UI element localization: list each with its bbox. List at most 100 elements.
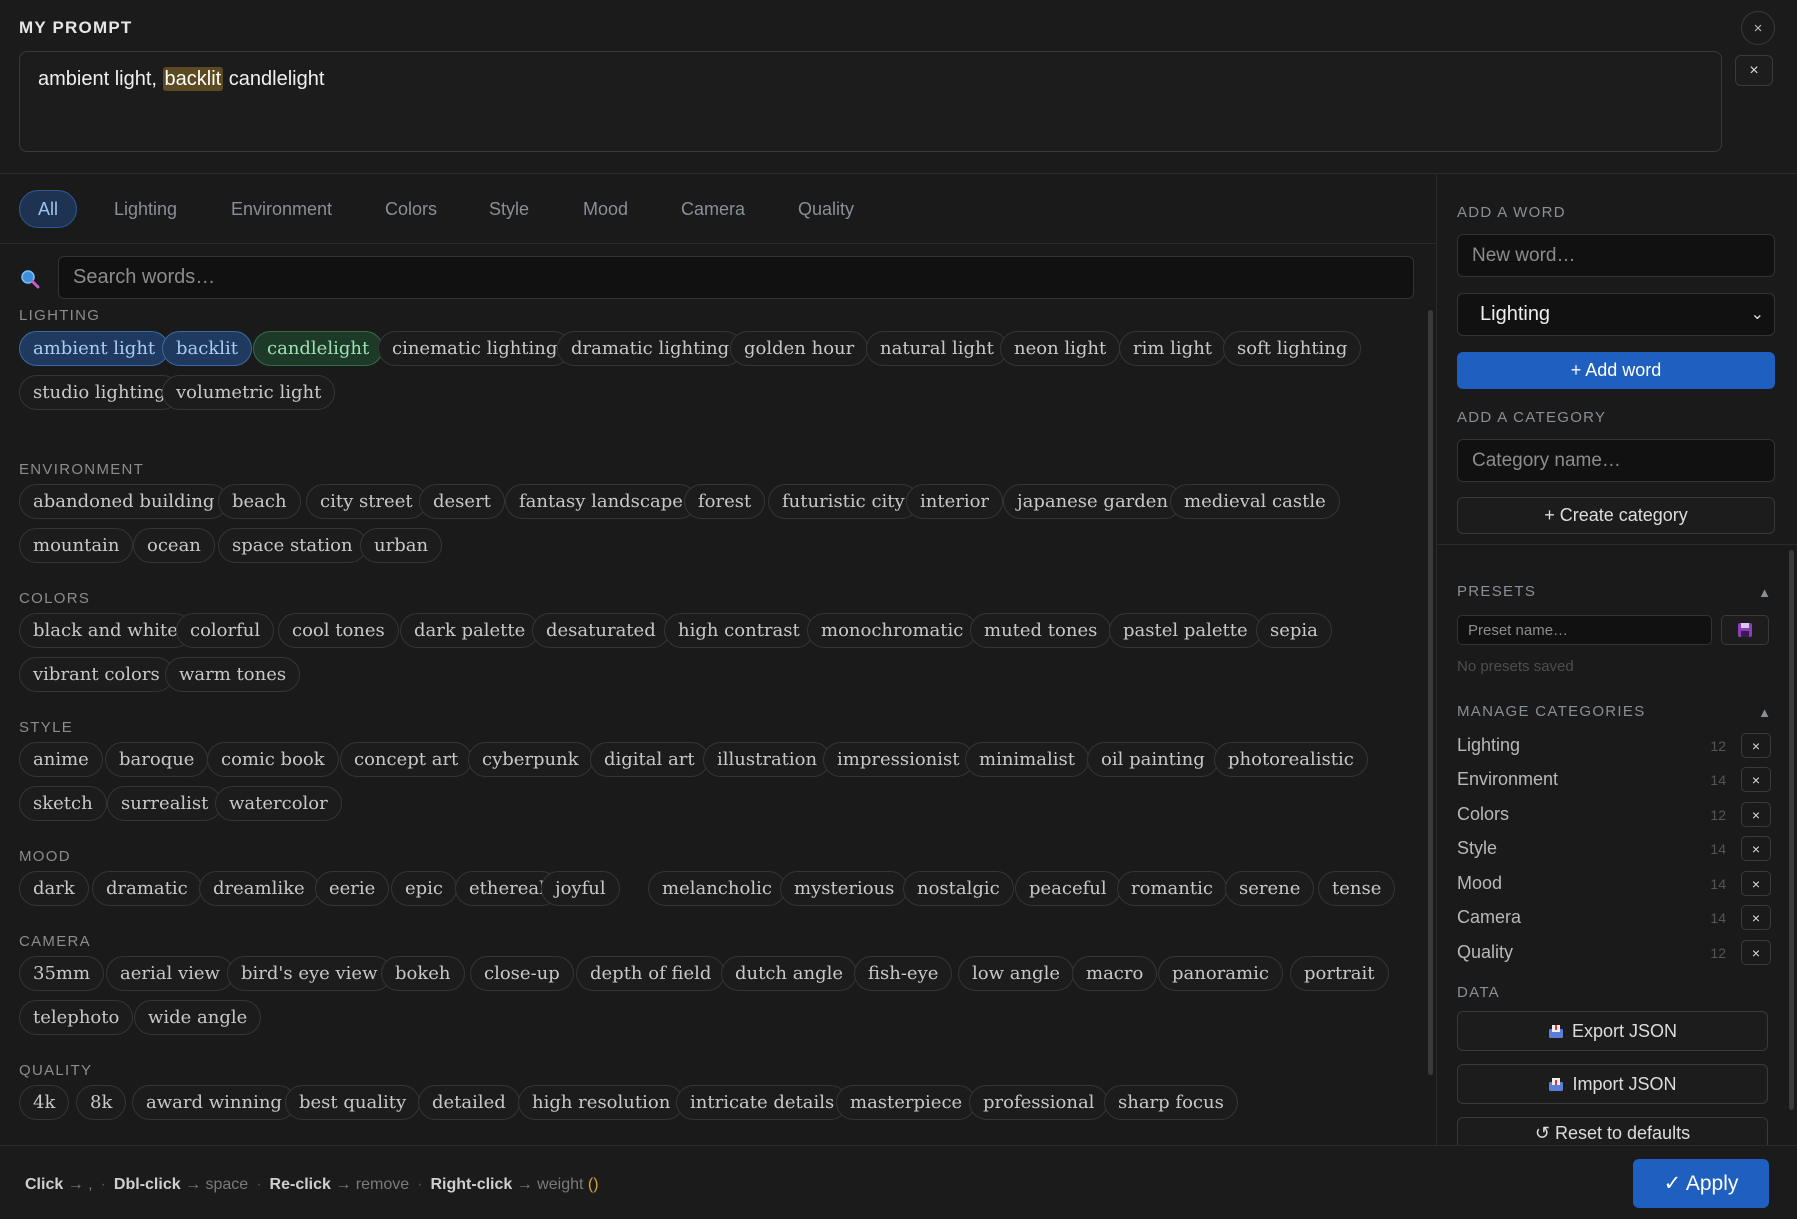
word-chip[interactable]: close-up xyxy=(470,956,574,991)
close-panel-button[interactable]: × xyxy=(1741,11,1775,45)
word-chip[interactable]: professional xyxy=(969,1085,1109,1120)
word-chip[interactable]: best quality xyxy=(285,1085,421,1120)
import-json-button[interactable]: Import JSON xyxy=(1457,1064,1768,1104)
word-chip[interactable]: photorealistic xyxy=(1214,742,1368,777)
word-chip[interactable]: vibrant colors xyxy=(19,657,174,692)
word-chip[interactable]: high resolution xyxy=(518,1085,685,1120)
delete-category-button[interactable]: × xyxy=(1741,733,1771,758)
word-chip[interactable]: bird's eye view xyxy=(227,956,392,991)
word-chip[interactable]: cool tones xyxy=(278,613,399,648)
apply-button[interactable]: ✓ Apply xyxy=(1633,1159,1769,1208)
word-chip[interactable]: forest xyxy=(684,484,766,519)
new-word-input[interactable] xyxy=(1457,234,1775,277)
word-chip[interactable]: natural light xyxy=(866,331,1008,366)
word-chip[interactable]: intricate details xyxy=(676,1085,849,1120)
delete-category-button[interactable]: × xyxy=(1741,940,1771,965)
word-chip[interactable]: cinematic lighting xyxy=(378,331,572,366)
word-chip[interactable]: minimalist xyxy=(965,742,1089,777)
word-chip[interactable]: panoramic xyxy=(1158,956,1283,991)
preset-name-input[interactable] xyxy=(1457,615,1712,645)
collapse-manage-icon[interactable]: ▲ xyxy=(1758,705,1771,720)
word-chip[interactable]: black and white xyxy=(19,613,192,648)
word-chip[interactable]: fish-eye xyxy=(854,956,953,991)
word-chip[interactable]: dramatic lighting xyxy=(557,331,744,366)
word-chip[interactable]: serene xyxy=(1225,871,1315,906)
tab-style[interactable]: Style xyxy=(470,190,548,228)
sidebar-scrollbar[interactable] xyxy=(1789,550,1794,1110)
tab-mood[interactable]: Mood xyxy=(564,190,647,228)
prompt-textarea[interactable]: ambient light, backlit candlelight xyxy=(19,51,1722,152)
collapse-presets-icon[interactable]: ▲ xyxy=(1758,585,1771,600)
delete-category-button[interactable]: × xyxy=(1741,871,1771,896)
word-chip[interactable]: fantasy landscape xyxy=(505,484,697,519)
word-chip[interactable]: mountain xyxy=(19,528,134,563)
clear-prompt-button[interactable]: × xyxy=(1735,55,1773,86)
word-chip[interactable]: ocean xyxy=(133,528,215,563)
word-chip[interactable]: muted tones xyxy=(970,613,1112,648)
word-chip[interactable]: japanese garden xyxy=(1003,484,1183,519)
word-chip[interactable]: interior xyxy=(906,484,1004,519)
delete-category-button[interactable]: × xyxy=(1741,905,1771,930)
tab-colors[interactable]: Colors xyxy=(366,190,456,228)
word-chip[interactable]: neon light xyxy=(1000,331,1121,366)
word-chip[interactable]: oil painting xyxy=(1087,742,1219,777)
word-chip[interactable]: dreamlike xyxy=(199,871,319,906)
word-chip[interactable]: colorful xyxy=(176,613,275,648)
word-chip[interactable]: city street xyxy=(306,484,427,519)
word-chip[interactable]: watercolor xyxy=(215,786,342,821)
word-chip[interactable]: romantic xyxy=(1117,871,1227,906)
word-chip[interactable]: urban xyxy=(360,528,443,563)
delete-category-button[interactable]: × xyxy=(1741,836,1771,861)
word-chip[interactable]: sketch xyxy=(19,786,107,821)
word-chip[interactable]: baroque xyxy=(105,742,209,777)
word-chip[interactable]: telephoto xyxy=(19,1000,134,1035)
word-chip[interactable]: ambient light xyxy=(19,331,170,366)
word-chip[interactable]: high contrast xyxy=(664,613,814,648)
word-chip[interactable]: golden hour xyxy=(730,331,869,366)
word-chip[interactable]: beach xyxy=(218,484,301,519)
word-chip[interactable]: candlelight xyxy=(253,331,384,366)
word-chip[interactable]: 4k xyxy=(19,1085,70,1120)
word-chip[interactable]: rim light xyxy=(1119,331,1227,366)
word-chip[interactable]: mysterious xyxy=(780,871,909,906)
word-chip[interactable]: futuristic city xyxy=(768,484,919,519)
word-chip[interactable]: award winning xyxy=(132,1085,296,1120)
word-chip[interactable]: monochromatic xyxy=(807,613,978,648)
word-chip[interactable]: joyful xyxy=(541,871,620,906)
word-chip[interactable]: dark xyxy=(19,871,89,906)
tab-environment[interactable]: Environment xyxy=(212,190,351,228)
word-chip[interactable]: desert xyxy=(419,484,505,519)
export-json-button[interactable]: Export JSON xyxy=(1457,1011,1768,1051)
word-chip[interactable]: surrealist xyxy=(107,786,223,821)
word-chip[interactable]: soft lighting xyxy=(1223,331,1362,366)
word-chip[interactable]: 8k xyxy=(76,1085,127,1120)
tab-camera[interactable]: Camera xyxy=(662,190,764,228)
reset-defaults-button[interactable]: ↺ Reset to defaults xyxy=(1457,1117,1768,1145)
word-library-scrollbar[interactable] xyxy=(1428,310,1433,1075)
word-chip[interactable]: nostalgic xyxy=(903,871,1014,906)
create-category-button[interactable]: + Create category xyxy=(1457,497,1775,534)
word-chip[interactable]: comic book xyxy=(207,742,339,777)
delete-category-button[interactable]: × xyxy=(1741,767,1771,792)
word-chip[interactable]: abandoned building xyxy=(19,484,229,519)
word-chip[interactable]: volumetric light xyxy=(162,375,336,410)
word-chip[interactable]: melancholic xyxy=(648,871,786,906)
word-chip[interactable]: digital art xyxy=(590,742,709,777)
save-preset-button[interactable] xyxy=(1721,615,1769,645)
word-chip[interactable]: macro xyxy=(1072,956,1158,991)
tab-all[interactable]: All xyxy=(19,190,78,228)
category-select[interactable]: Lighting ⌄ xyxy=(1457,293,1775,336)
word-chip[interactable]: studio lighting xyxy=(19,375,180,410)
word-chip[interactable]: concept art xyxy=(340,742,473,777)
word-chip[interactable]: portrait xyxy=(1290,956,1389,991)
word-chip[interactable]: depth of field xyxy=(576,956,726,991)
category-name-input[interactable] xyxy=(1457,439,1775,482)
add-word-button[interactable]: + Add word xyxy=(1457,352,1775,389)
word-chip[interactable]: epic xyxy=(391,871,458,906)
word-chip[interactable]: masterpiece xyxy=(836,1085,977,1120)
word-chip[interactable]: space station xyxy=(218,528,367,563)
word-chip[interactable]: desaturated xyxy=(532,613,670,648)
word-chip[interactable]: tense xyxy=(1318,871,1396,906)
word-chip[interactable]: medieval castle xyxy=(1170,484,1340,519)
word-chip[interactable]: impressionist xyxy=(823,742,974,777)
